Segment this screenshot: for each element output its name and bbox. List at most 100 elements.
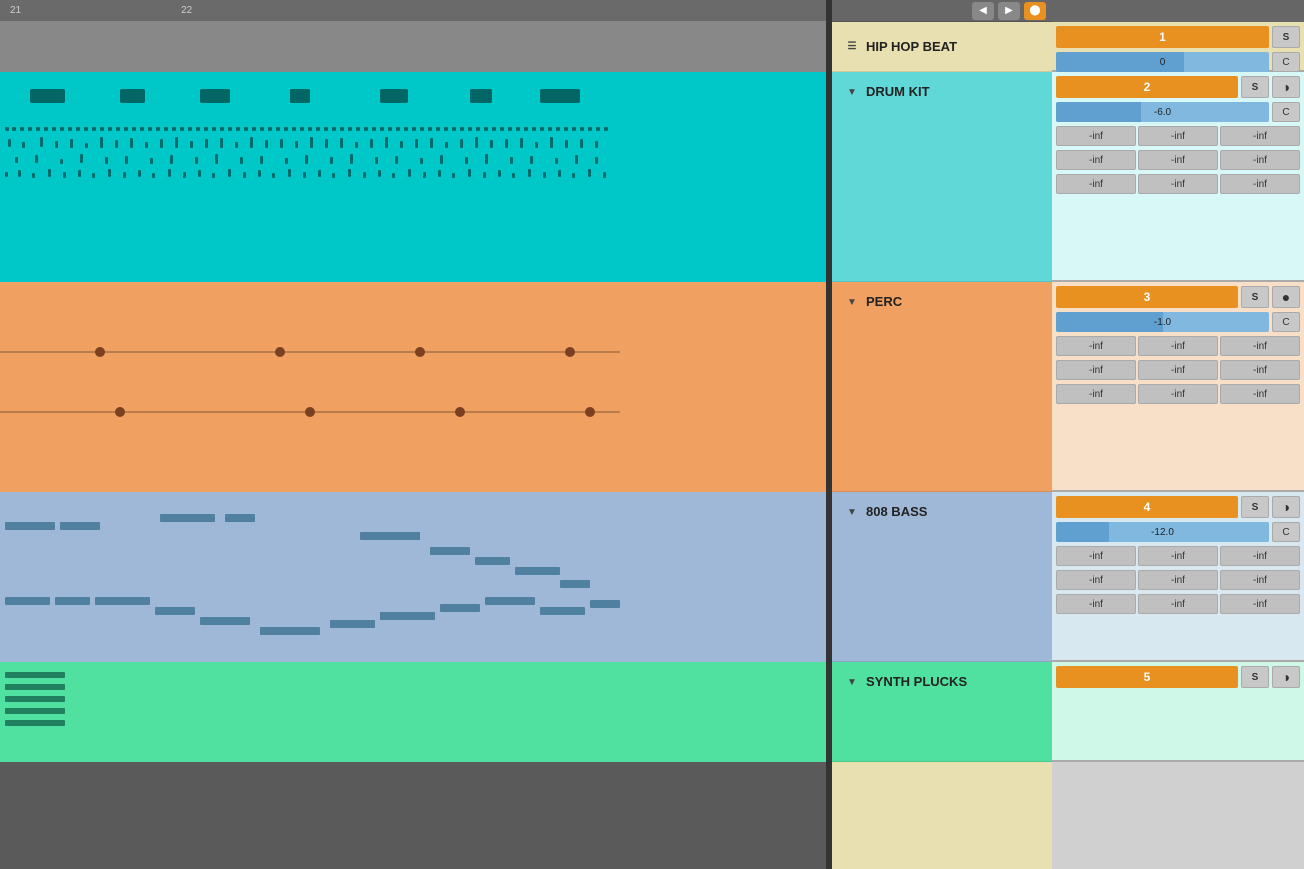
- hip-hop-pattern: [0, 22, 826, 72]
- track-labels: ◀ ▶ ⬤ ☰ HIP HOP BEAT ▼ DRUM KIT ▼ PERC ▼…: [832, 0, 1052, 869]
- timeline-header: 21 22: [0, 0, 826, 22]
- label-drum-kit: ▼ DRUM KIT: [832, 72, 1052, 282]
- clip-hip-hop[interactable]: [0, 22, 826, 72]
- synth-collapse-icon[interactable]: ▼: [844, 674, 860, 690]
- send-2b-2[interactable]: -inf: [1138, 150, 1218, 170]
- sends-grid-2b: -inf -inf -inf: [1052, 148, 1304, 172]
- sends-grid-3a: -inf -inf -inf: [1052, 334, 1304, 358]
- track-area: [0, 22, 826, 869]
- send-2b-3[interactable]: -inf: [1220, 150, 1300, 170]
- send-3a-3[interactable]: -inf: [1220, 336, 1300, 356]
- send-3c-1[interactable]: -inf: [1056, 384, 1136, 404]
- channel-number-1[interactable]: 1: [1056, 26, 1269, 48]
- solo-btn-2[interactable]: S: [1241, 76, 1269, 98]
- sends-grid-4a: -inf -inf -inf: [1052, 544, 1304, 568]
- mixer-panel: 1 S 0 C -inf -inf -inf 2 S ◑: [1052, 0, 1304, 869]
- label-synth-plucks: ▼ SYNTH PLUCKS: [832, 662, 1052, 762]
- send-4a-2[interactable]: -inf: [1138, 546, 1218, 566]
- channel-number-4[interactable]: 4: [1056, 496, 1238, 518]
- channel-hip-hop: 1 S 0 C -inf -inf -inf: [1052, 22, 1304, 72]
- hip-hop-name: HIP HOP BEAT: [866, 39, 957, 54]
- icon-btn-3[interactable]: ●: [1272, 286, 1300, 308]
- drum-kit-collapse-icon[interactable]: ▼: [844, 84, 860, 100]
- nav-back-btn[interactable]: ◀: [972, 2, 994, 20]
- sends-grid-3c: -inf -inf -inf: [1052, 382, 1304, 406]
- send-3c-3[interactable]: -inf: [1220, 384, 1300, 404]
- channel-drum-kit: 2 S ◑ -6.0 C -inf -inf -inf -inf -inf -i…: [1052, 72, 1304, 282]
- perc-name: PERC: [866, 294, 902, 309]
- clip-drum-kit[interactable]: [0, 72, 826, 282]
- channel-btn-1[interactable]: C: [1272, 52, 1300, 72]
- channel-bass-808: 4 S ◑ -12.0 C -inf -inf -inf -inf -inf -…: [1052, 492, 1304, 662]
- arrangement-view: 21 22: [0, 0, 826, 869]
- solo-btn-3[interactable]: S: [1241, 286, 1269, 308]
- volume-fader-3[interactable]: -1.0: [1056, 312, 1269, 332]
- label-hip-hop: ☰ HIP HOP BEAT: [832, 22, 1052, 72]
- app-container: 21 22: [0, 0, 1304, 869]
- channel-btn-3[interactable]: C: [1272, 312, 1300, 332]
- send-2a-3[interactable]: -inf: [1220, 126, 1300, 146]
- send-3a-2[interactable]: -inf: [1138, 336, 1218, 356]
- bass-collapse-icon[interactable]: ▼: [844, 504, 860, 520]
- marker-21: 21: [10, 5, 21, 16]
- bass-pattern: [0, 492, 826, 662]
- clip-perc[interactable]: [0, 282, 826, 492]
- send-4a-1[interactable]: -inf: [1056, 546, 1136, 566]
- send-3b-1[interactable]: -inf: [1056, 360, 1136, 380]
- send-4b-3[interactable]: -inf: [1220, 570, 1300, 590]
- volume-fader-2[interactable]: -6.0: [1056, 102, 1269, 122]
- label-header-spacer: ◀ ▶ ⬤: [832, 0, 1052, 22]
- send-2a-2[interactable]: -inf: [1138, 126, 1218, 146]
- send-2c-2[interactable]: -inf: [1138, 174, 1218, 194]
- record-btn[interactable]: ⬤: [1024, 2, 1046, 20]
- icon-btn-5[interactable]: ◑: [1272, 666, 1300, 688]
- clip-bass-808[interactable]: [0, 492, 826, 662]
- channel-number-3[interactable]: 3: [1056, 286, 1238, 308]
- bass-name: 808 BASS: [866, 504, 927, 519]
- send-3c-2[interactable]: -inf: [1138, 384, 1218, 404]
- drum-kit-pattern: [0, 72, 826, 282]
- send-2b-1[interactable]: -inf: [1056, 150, 1136, 170]
- send-2c-1[interactable]: -inf: [1056, 174, 1136, 194]
- sends-grid-2c: -inf -inf -inf: [1052, 172, 1304, 196]
- send-3b-2[interactable]: -inf: [1138, 360, 1218, 380]
- marker-22: 22: [181, 5, 192, 16]
- perc-collapse-icon[interactable]: ▼: [844, 294, 860, 310]
- solo-btn-5[interactable]: S: [1241, 666, 1269, 688]
- channel-number-2[interactable]: 2: [1056, 76, 1238, 98]
- perc-pattern: [0, 282, 826, 492]
- send-3a-1[interactable]: -inf: [1056, 336, 1136, 356]
- sends-grid-2a: -inf -inf -inf: [1052, 124, 1304, 148]
- clip-synth-plucks[interactable]: [0, 662, 826, 762]
- channel-btn-2[interactable]: C: [1272, 102, 1300, 122]
- channel-number-5[interactable]: 5: [1056, 666, 1238, 688]
- send-4c-2[interactable]: -inf: [1138, 594, 1218, 614]
- label-bass-808: ▼ 808 BASS: [832, 492, 1052, 662]
- channel-synth-plucks: 5 S ◑: [1052, 662, 1304, 762]
- solo-btn-4[interactable]: S: [1241, 496, 1269, 518]
- volume-fader-4[interactable]: -12.0: [1056, 522, 1269, 542]
- sends-grid-3b: -inf -inf -inf: [1052, 358, 1304, 382]
- synth-name: SYNTH PLUCKS: [866, 674, 967, 689]
- solo-btn-1[interactable]: S: [1272, 26, 1300, 48]
- send-2c-3[interactable]: -inf: [1220, 174, 1300, 194]
- mixer-header: [1052, 0, 1304, 22]
- channel-perc: 3 S ● -1.0 C -inf -inf -inf -inf -inf -i…: [1052, 282, 1304, 492]
- send-2a-1[interactable]: -inf: [1056, 126, 1136, 146]
- nav-forward-btn[interactable]: ▶: [998, 2, 1020, 20]
- send-4b-2[interactable]: -inf: [1138, 570, 1218, 590]
- icon-btn-2[interactable]: ◑: [1272, 76, 1300, 98]
- drum-kit-name: DRUM KIT: [866, 84, 930, 99]
- label-perc: ▼ PERC: [832, 282, 1052, 492]
- send-4a-3[interactable]: -inf: [1220, 546, 1300, 566]
- send-4c-3[interactable]: -inf: [1220, 594, 1300, 614]
- channel-btn-4[interactable]: C: [1272, 522, 1300, 542]
- sends-grid-4b: -inf -inf -inf: [1052, 568, 1304, 592]
- send-3b-3[interactable]: -inf: [1220, 360, 1300, 380]
- hip-hop-collapse-icon[interactable]: ☰: [844, 39, 860, 55]
- send-4b-1[interactable]: -inf: [1056, 570, 1136, 590]
- volume-fader-1[interactable]: 0: [1056, 52, 1269, 72]
- icon-btn-4[interactable]: ◑: [1272, 496, 1300, 518]
- send-4c-1[interactable]: -inf: [1056, 594, 1136, 614]
- sends-grid-4c: -inf -inf -inf: [1052, 592, 1304, 616]
